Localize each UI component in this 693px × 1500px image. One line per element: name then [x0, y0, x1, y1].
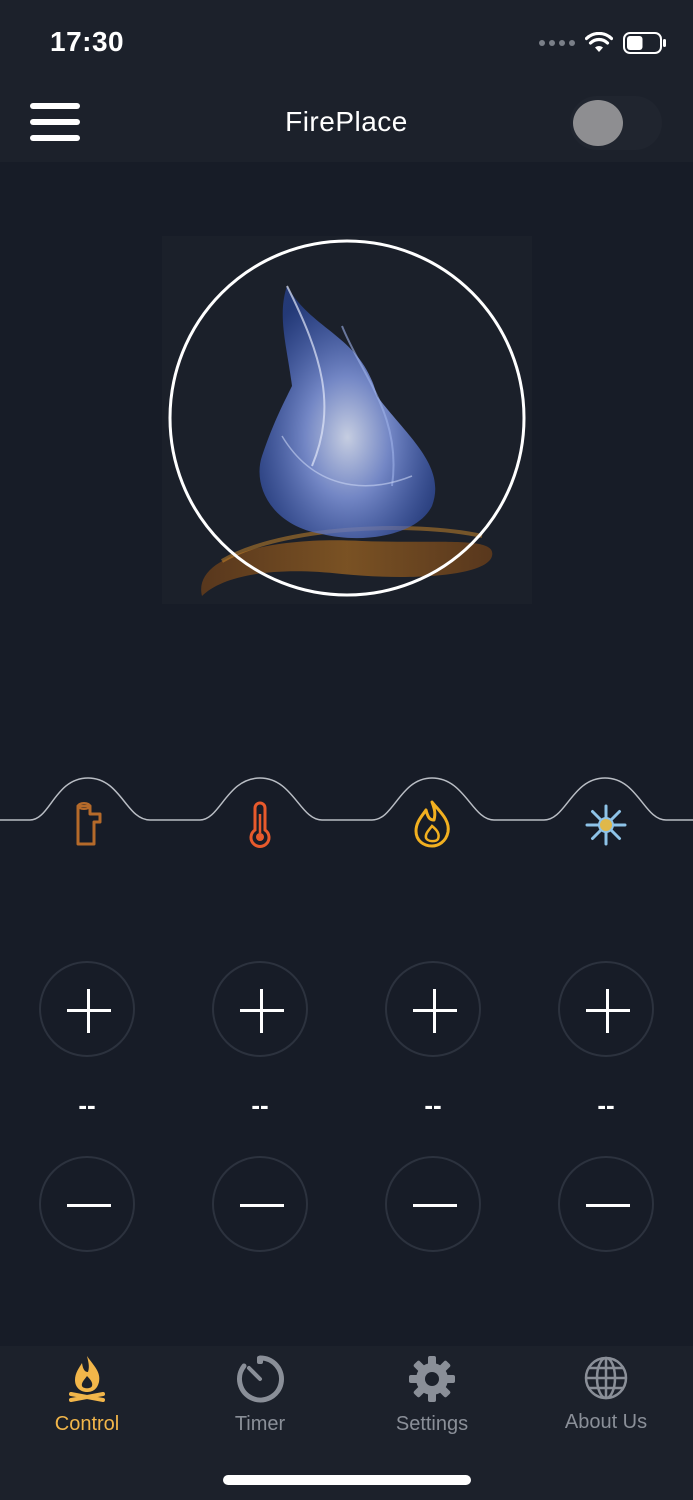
tab-control[interactable]: Control [17, 1354, 157, 1444]
power-toggle[interactable] [570, 96, 662, 150]
temperature-increase-button[interactable] [212, 961, 308, 1057]
tab-settings[interactable]: Settings [362, 1354, 502, 1444]
battery-icon [623, 32, 666, 54]
tab-about-us-label: About Us [564, 1411, 648, 1433]
status-time: 17:30 [50, 26, 125, 57]
gear-icon [409, 1356, 455, 1402]
tab-timer-label: Timer [234, 1413, 286, 1435]
flame-image [168, 239, 526, 597]
fan-decrease-button[interactable] [558, 1156, 654, 1252]
fireplace-preview[interactable] [162, 236, 532, 604]
tab-control-label: Control [54, 1413, 120, 1435]
fan-value: -- [597, 1090, 615, 1120]
fan-increase-button[interactable] [558, 961, 654, 1057]
tab-timer[interactable]: Timer [190, 1354, 330, 1444]
toggle-knob [573, 100, 623, 146]
snowflake-icon[interactable] [583, 802, 629, 848]
log-value: -- [78, 1090, 96, 1120]
signal-icon [539, 40, 575, 46]
temperature-value: -- [251, 1090, 269, 1120]
log-decrease-button[interactable] [39, 1156, 135, 1252]
status-icons [539, 30, 667, 56]
campfire-icon [69, 1356, 105, 1402]
thermometer-icon[interactable] [244, 800, 276, 848]
flame-decrease-button[interactable] [385, 1156, 481, 1252]
log-icon[interactable] [70, 800, 106, 848]
globe-icon [584, 1356, 628, 1400]
log-increase-button[interactable] [39, 961, 135, 1057]
wifi-icon [585, 32, 613, 52]
flame-increase-button[interactable] [385, 961, 481, 1057]
flame-icon[interactable] [410, 798, 454, 850]
home-indicator[interactable] [223, 1475, 471, 1485]
timer-icon [237, 1355, 284, 1403]
tab-about-us[interactable]: About Us [536, 1354, 676, 1444]
status-bar: 17:30 [0, 0, 693, 88]
tab-settings-label: Settings [395, 1413, 469, 1435]
app-header: FirePlace [0, 88, 693, 162]
temperature-decrease-button[interactable] [212, 1156, 308, 1252]
flame-value: -- [424, 1090, 442, 1120]
